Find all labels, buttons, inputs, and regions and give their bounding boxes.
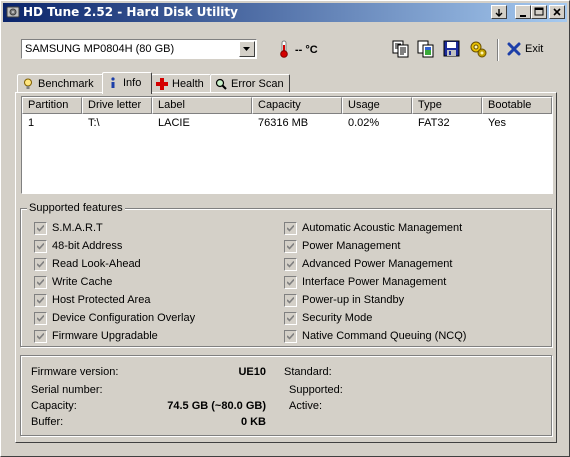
standard-label: Standard:: [284, 366, 332, 378]
cell-bootable: Yes: [488, 117, 506, 129]
benchmark-icon: [24, 78, 32, 89]
feature-label: Device Configuration Overlay: [52, 312, 196, 324]
feature-label: Native Command Queuing (NCQ): [302, 330, 467, 342]
drive-select-value: SAMSUNG MP0804H (80 GB): [25, 43, 175, 55]
feature-label: Write Cache: [52, 276, 113, 288]
tab-health[interactable]: Health: [151, 74, 211, 93]
capacity-value: 74.5 GB (~80.0 GB): [167, 400, 266, 412]
serial-label: Serial number:: [31, 384, 103, 396]
feature-label: Power Management: [302, 240, 401, 252]
firmware-value: UE10: [238, 366, 266, 378]
column-usage[interactable]: Usage: [342, 97, 412, 114]
checkbox-checked-icon: [34, 276, 47, 289]
temperature-value: -- °C: [295, 44, 318, 56]
thermometer-icon: [280, 40, 288, 58]
supported-features-title: Supported features: [27, 202, 125, 214]
buffer-label: Buffer:: [31, 416, 64, 428]
checkbox-checked-icon: [34, 222, 47, 235]
column-bootable[interactable]: Bootable: [482, 97, 552, 114]
tab-health-label: Health: [172, 78, 204, 90]
feature-label: S.M.A.R.T: [52, 222, 103, 234]
capacity-label: Capacity:: [31, 400, 77, 412]
exit-label: Exit: [525, 43, 544, 55]
supported-label: Supported:: [289, 384, 343, 396]
buffer-value: 0 KB: [240, 416, 266, 428]
down-arrow-icon: [495, 9, 503, 17]
checkbox-checked-icon: [284, 330, 297, 343]
options-icon[interactable]: [468, 39, 488, 59]
main-window: HD Tune 2.52 - Hard Disk Utility SAMSUNG…: [0, 0, 570, 457]
checkbox-checked-icon: [34, 294, 47, 307]
tab-info-label: Info: [123, 77, 142, 89]
checkbox-checked-icon: [284, 258, 297, 271]
feature-label: Security Mode: [302, 312, 373, 324]
active-label: Active:: [289, 400, 323, 412]
copy-screenshot-icon[interactable]: [416, 39, 436, 59]
toolbar: SAMSUNG MP0804H (80 GB) -- °C Exit: [1, 27, 569, 69]
feature-label: Automatic Acoustic Management: [302, 222, 463, 234]
feature-label: Power-up in Standby: [302, 294, 405, 306]
feature-label: Host Protected Area: [52, 294, 151, 306]
column-drive-letter[interactable]: Drive letter: [82, 97, 152, 114]
checkbox-checked-icon: [284, 312, 297, 325]
checkbox-checked-icon: [284, 240, 297, 253]
drive-select-dropdown-button[interactable]: [239, 41, 255, 57]
checkbox-checked-icon: [34, 312, 47, 325]
checkbox-checked-icon: [284, 276, 297, 289]
drive-select[interactable]: SAMSUNG MP0804H (80 GB): [21, 39, 257, 59]
maximize-button[interactable]: [531, 5, 547, 19]
drive-details-group: Firmware version: UE10 Serial number: Ca…: [20, 355, 552, 436]
cell-drive-letter: T:\: [88, 117, 100, 129]
error-scan-icon: [215, 78, 227, 90]
tab-benchmark-label: Benchmark: [38, 78, 94, 90]
save-icon[interactable]: [442, 39, 462, 59]
column-capacity[interactable]: Capacity: [252, 97, 342, 114]
checkbox-checked-icon: [34, 258, 47, 271]
partition-list-header: Partition Drive letter Label Capacity Us…: [22, 97, 552, 114]
info-icon: [111, 77, 115, 88]
cell-usage: 0.02%: [348, 117, 380, 129]
chevron-down-icon: [243, 47, 250, 51]
feature-label: 48-bit Address: [52, 240, 123, 252]
window-title: HD Tune 2.52 - Hard Disk Utility: [23, 5, 238, 19]
cell-type: FAT32: [418, 117, 450, 129]
checkbox-checked-icon: [284, 222, 297, 235]
checkbox-checked-icon: [284, 294, 297, 307]
checkbox-checked-icon: [34, 240, 47, 253]
feature-label: Advanced Power Management: [302, 258, 453, 270]
health-icon: [156, 78, 168, 90]
firmware-label: Firmware version:: [31, 366, 119, 378]
maximize-icon: [534, 7, 544, 16]
minimize-button[interactable]: [515, 5, 531, 19]
column-label[interactable]: Label: [152, 97, 252, 114]
cell-capacity: 76316 MB: [258, 117, 309, 129]
tab-benchmark[interactable]: Benchmark: [17, 74, 103, 93]
cell-partition: 1: [28, 117, 35, 129]
feature-label: Firmware Upgradable: [52, 330, 158, 342]
copy-text-icon[interactable]: [391, 39, 411, 59]
column-type[interactable]: Type: [412, 97, 482, 114]
app-disk-icon: [6, 6, 20, 18]
toolbar-separator: [497, 39, 499, 61]
close-button[interactable]: [549, 5, 565, 19]
tab-error-scan[interactable]: Error Scan: [210, 74, 290, 93]
tab-info[interactable]: Info: [102, 72, 152, 94]
exit-icon: [507, 42, 521, 56]
tab-error-scan-label: Error Scan: [231, 78, 284, 90]
info-tab-panel: Partition Drive letter Label Capacity Us…: [15, 92, 557, 443]
title-bar[interactable]: HD Tune 2.52 - Hard Disk Utility: [3, 3, 567, 22]
cell-label: LACIE: [158, 117, 190, 129]
checkbox-checked-icon: [34, 330, 47, 343]
close-icon: [553, 8, 561, 16]
partition-list[interactable]: Partition Drive letter Label Capacity Us…: [21, 96, 553, 194]
minimize-icon: [520, 15, 526, 17]
feature-label: Interface Power Management: [302, 276, 447, 288]
column-partition[interactable]: Partition: [22, 97, 82, 114]
supported-features-group: Supported features S.M.A.R.T 48-bit Addre…: [20, 202, 552, 347]
feature-label: Read Look-Ahead: [52, 258, 141, 270]
help-button[interactable]: [491, 5, 507, 19]
